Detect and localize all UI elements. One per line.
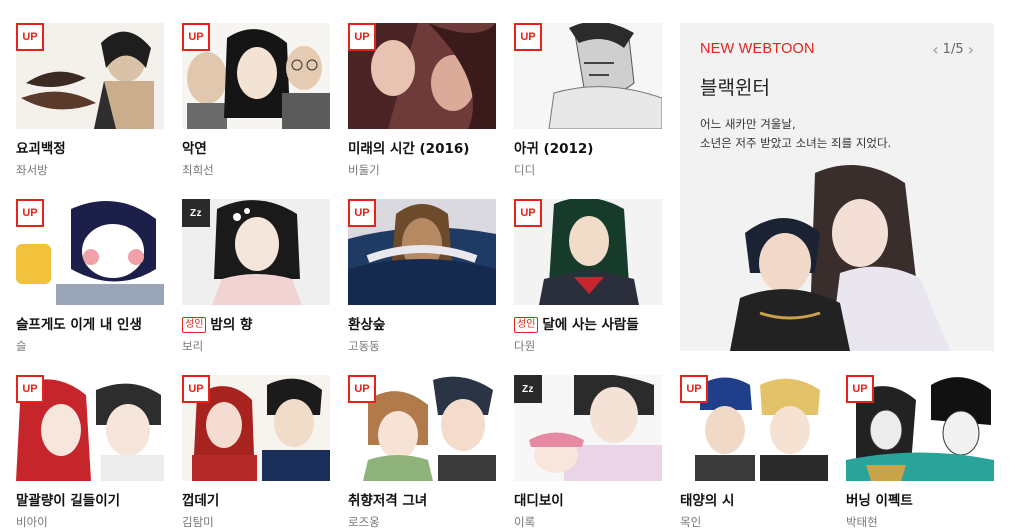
feature-description: 어느 새카만 겨울날, 소년은 저주 받았고 소녀는 죄를 지었다. xyxy=(700,117,892,150)
up-badge: UP xyxy=(348,375,376,403)
webtoon-author[interactable]: 이록 xyxy=(514,514,662,530)
webtoon-author[interactable]: 고동동 xyxy=(348,338,496,354)
up-badge: UP xyxy=(348,23,376,51)
up-badge: UP xyxy=(846,375,874,403)
webtoon-thumbnail[interactable]: UP xyxy=(16,199,164,305)
up-badge: UP xyxy=(680,375,708,403)
up-badge: UP xyxy=(16,23,44,51)
adult-badge: 성인 xyxy=(182,317,207,333)
webtoon-card[interactable]: UP 껍데기 김탐미 xyxy=(182,375,330,530)
feature-illustration[interactable] xyxy=(720,163,990,351)
webtoon-thumbnail[interactable]: Zz xyxy=(182,199,330,305)
webtoon-card[interactable]: UP 말괄량이 길들이기 비아이 xyxy=(16,375,164,530)
webtoon-card[interactable]: UP 아귀 (2012) 디디 xyxy=(514,23,662,178)
webtoon-title[interactable]: 미래의 시간 (2016) xyxy=(348,137,496,157)
webtoon-card[interactable]: UP 환상숲 고동동 xyxy=(348,199,496,354)
webtoon-author[interactable]: 다원 xyxy=(514,338,662,354)
webtoon-card[interactable]: UP 요괴백정 좌서방 xyxy=(16,23,164,178)
webtoon-author[interactable]: 슬 xyxy=(16,338,164,354)
new-webtoon-label: NEW WEBTOON xyxy=(700,41,815,57)
up-badge: UP xyxy=(182,23,210,51)
webtoon-card[interactable]: UP 버닝 이펙트 박태현 xyxy=(846,375,994,530)
webtoon-thumbnail[interactable]: UP xyxy=(846,375,994,481)
webtoon-title[interactable]: 아귀 (2012) xyxy=(514,137,662,157)
webtoon-card[interactable]: UP 취향저격 그녀 로즈옹 xyxy=(348,375,496,530)
webtoon-card[interactable]: Zz 성인 밤의 향 보리 xyxy=(182,199,330,354)
webtoon-author[interactable]: 비둘기 xyxy=(348,162,496,178)
webtoon-author[interactable]: 로즈옹 xyxy=(348,514,496,530)
webtoon-card[interactable]: Zz 대디보이 이록 xyxy=(514,375,662,530)
up-badge: UP xyxy=(348,199,376,227)
new-webtoon-panel[interactable]: NEW WEBTOON ‹ 1/5 › 블랙윈터 어느 새카만 겨울날, 소년은… xyxy=(680,23,994,351)
feature-title[interactable]: 블랙윈터 xyxy=(700,73,770,100)
webtoon-card[interactable]: UP 슬프게도 이게 내 인생 슬 xyxy=(16,199,164,354)
webtoon-title[interactable]: 대디보이 xyxy=(514,489,662,509)
webtoon-card[interactable]: UP 성인 달에 사는 사람들 다원 xyxy=(514,199,662,354)
sleep-badge: Zz xyxy=(182,199,210,227)
chevron-left-icon[interactable]: ‹ xyxy=(932,40,938,59)
webtoon-thumbnail[interactable]: UP xyxy=(348,375,496,481)
webtoon-title[interactable]: 슬프게도 이게 내 인생 xyxy=(16,313,164,333)
up-badge: UP xyxy=(182,375,210,403)
sleep-badge: Zz xyxy=(514,375,542,403)
webtoon-card[interactable]: UP 악연 최희선 xyxy=(182,23,330,178)
up-badge: UP xyxy=(514,199,542,227)
webtoon-title[interactable]: 성인 밤의 향 xyxy=(182,313,330,333)
webtoon-author[interactable]: 김탐미 xyxy=(182,514,330,530)
webtoon-author[interactable]: 최희선 xyxy=(182,162,330,178)
up-badge: UP xyxy=(514,23,542,51)
adult-badge: 성인 xyxy=(514,317,539,333)
webtoon-title[interactable]: 요괴백정 xyxy=(16,137,164,157)
webtoon-author[interactable]: 박태현 xyxy=(846,514,994,530)
webtoon-title[interactable]: 껍데기 xyxy=(182,489,330,509)
webtoon-author[interactable]: 좌서방 xyxy=(16,162,164,178)
webtoon-title[interactable]: 태양의 시 xyxy=(680,489,828,509)
feature-pager: ‹ 1/5 › xyxy=(932,40,974,59)
webtoon-thumbnail[interactable]: UP xyxy=(182,23,330,129)
webtoon-author[interactable]: 디디 xyxy=(514,162,662,178)
webtoon-thumbnail[interactable]: UP xyxy=(16,375,164,481)
webtoon-title[interactable]: 악연 xyxy=(182,137,330,157)
up-badge: UP xyxy=(16,375,44,403)
webtoon-title[interactable]: 성인 달에 사는 사람들 xyxy=(514,313,662,333)
webtoon-title[interactable]: 환상숲 xyxy=(348,313,496,333)
webtoon-title[interactable]: 버닝 이펙트 xyxy=(846,489,994,509)
webtoon-thumbnail[interactable]: UP xyxy=(16,23,164,129)
webtoon-thumbnail[interactable]: Zz xyxy=(514,375,662,481)
webtoon-thumbnail[interactable]: UP xyxy=(182,375,330,481)
webtoon-thumbnail[interactable]: UP xyxy=(348,199,496,305)
webtoon-author[interactable]: 보리 xyxy=(182,338,330,354)
webtoon-thumbnail[interactable]: UP xyxy=(514,23,662,129)
webtoon-card[interactable]: UP 미래의 시간 (2016) 비둘기 xyxy=(348,23,496,178)
up-badge: UP xyxy=(16,199,44,227)
webtoon-author[interactable]: 비아이 xyxy=(16,514,164,530)
pager-count: 1/5 xyxy=(942,42,964,57)
webtoon-thumbnail[interactable]: UP xyxy=(348,23,496,129)
webtoon-card[interactable]: UP 태양의 시 목인 xyxy=(680,375,828,530)
webtoon-title[interactable]: 취향저격 그녀 xyxy=(348,489,496,509)
webtoon-thumbnail[interactable]: UP xyxy=(514,199,662,305)
webtoon-title[interactable]: 말괄량이 길들이기 xyxy=(16,489,164,509)
webtoon-thumbnail[interactable]: UP xyxy=(680,375,828,481)
chevron-right-icon[interactable]: › xyxy=(968,40,974,59)
webtoon-author[interactable]: 목인 xyxy=(680,514,828,530)
